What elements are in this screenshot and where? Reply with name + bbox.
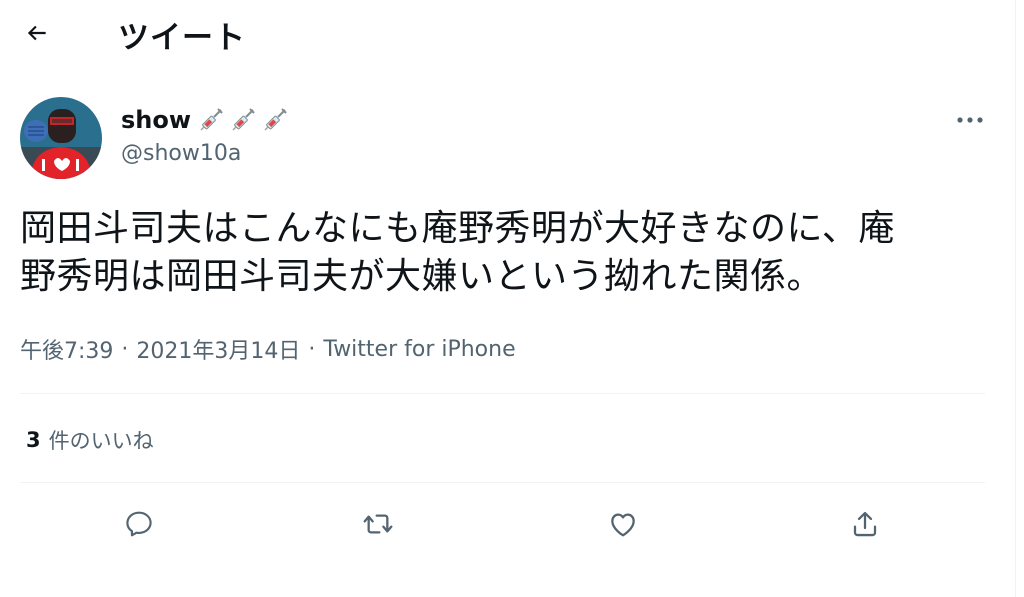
column-border (1015, 0, 1016, 597)
meta-separator: · (308, 336, 316, 362)
share-button[interactable] (843, 502, 887, 546)
author-display-name[interactable]: show (121, 103, 289, 137)
page-header: ツイート (0, 0, 1000, 66)
share-icon (853, 511, 877, 537)
syringe-icon (264, 108, 287, 131)
likes-label: 件のいいね (48, 429, 154, 453)
tweet-time[interactable]: 午後7:39 (20, 333, 113, 365)
arrow-left-icon (27, 25, 46, 41)
tweet-date[interactable]: 2021年3月14日 (136, 333, 300, 365)
divider (20, 482, 985, 483)
meta-separator: · (121, 336, 129, 362)
tweet-actions (0, 502, 1000, 546)
divider (20, 393, 985, 394)
tweet-text: 岡田斗司夫はこんなにも庵野秀明が大好きなのに、庵 野秀明は岡田斗司夫が大嫌いとい… (20, 208, 895, 297)
avatar[interactable] (20, 97, 102, 179)
avatar-photo (20, 97, 102, 179)
likes-count: 3 (26, 428, 41, 452)
retweet-button[interactable] (356, 502, 400, 546)
like-button[interactable] (601, 502, 645, 546)
syringe-icon (232, 108, 255, 131)
name-emojis (197, 106, 289, 134)
likes-stat[interactable]: 3 件のいいね (26, 425, 154, 455)
tweet-author: show @show10a (20, 97, 990, 181)
author-handle[interactable]: @show10a (121, 141, 289, 166)
tweet-meta: 午後7:39 · 2021年3月14日 · Twitter for iPhone (20, 333, 516, 365)
reply-button[interactable] (117, 502, 161, 546)
tweet-detail-page: ツイート show @show10a 岡田斗司夫はこんなにも庵野秀明が大好きなの… (0, 0, 1024, 597)
more-options-button[interactable] (950, 105, 990, 135)
display-name-text: show (121, 106, 192, 134)
reply-icon (126, 511, 152, 537)
back-button[interactable] (18, 14, 56, 52)
tweet-source[interactable]: Twitter for iPhone (323, 337, 515, 362)
syringe-icon (200, 108, 223, 131)
author-names: show @show10a (121, 103, 289, 166)
like-icon (611, 513, 635, 537)
page-title: ツイート (118, 20, 246, 56)
more-horizontal-icon (957, 117, 983, 123)
retweet-icon (363, 514, 393, 534)
